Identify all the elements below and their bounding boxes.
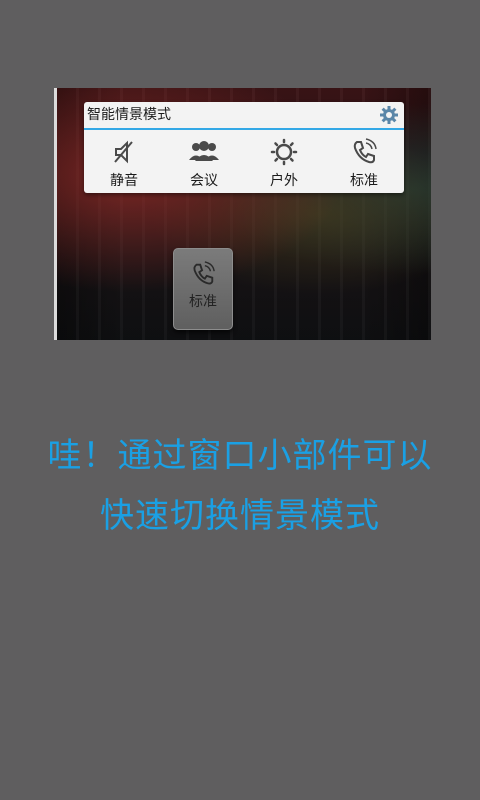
meeting-icon (189, 141, 219, 161)
mode-list: 静音 会议 户外 标准 (84, 130, 404, 193)
mode-label: 标准 (350, 173, 378, 189)
widget-preview: 智能情景模式 静音 会议 户外 标准 标准 (54, 88, 431, 340)
phone-icon (193, 261, 215, 285)
mode-silent[interactable]: 静音 (84, 130, 164, 193)
promo-line-2: 快速切换情景模式 (100, 496, 380, 536)
mode-label: 会议 (190, 173, 218, 189)
promo-line-1: 哇！通过窗口小部件可以 (47, 436, 433, 476)
widget-title: 智能情景模式 (87, 107, 171, 123)
settings-gear-icon[interactable] (379, 105, 399, 125)
widget-header: 智能情景模式 (84, 102, 404, 130)
mode-meeting[interactable]: 会议 (164, 130, 244, 193)
floating-button-label: 标准 (189, 294, 217, 310)
floating-standard-button[interactable]: 标准 (173, 248, 233, 330)
mute-icon (114, 140, 133, 164)
mode-outdoor[interactable]: 户外 (244, 130, 324, 193)
mode-standard[interactable]: 标准 (324, 130, 404, 193)
app-screen: 智能情景模式 静音 会议 户外 标准 标准 哇！通过窗口小部件可以 快速切换情景… (0, 0, 480, 800)
outdoor-icon (270, 138, 298, 166)
mode-label: 户外 (270, 173, 298, 189)
profile-widget: 智能情景模式 静音 会议 户外 标准 (84, 102, 404, 193)
phone-icon (353, 138, 377, 164)
mode-label: 静音 (110, 173, 138, 189)
